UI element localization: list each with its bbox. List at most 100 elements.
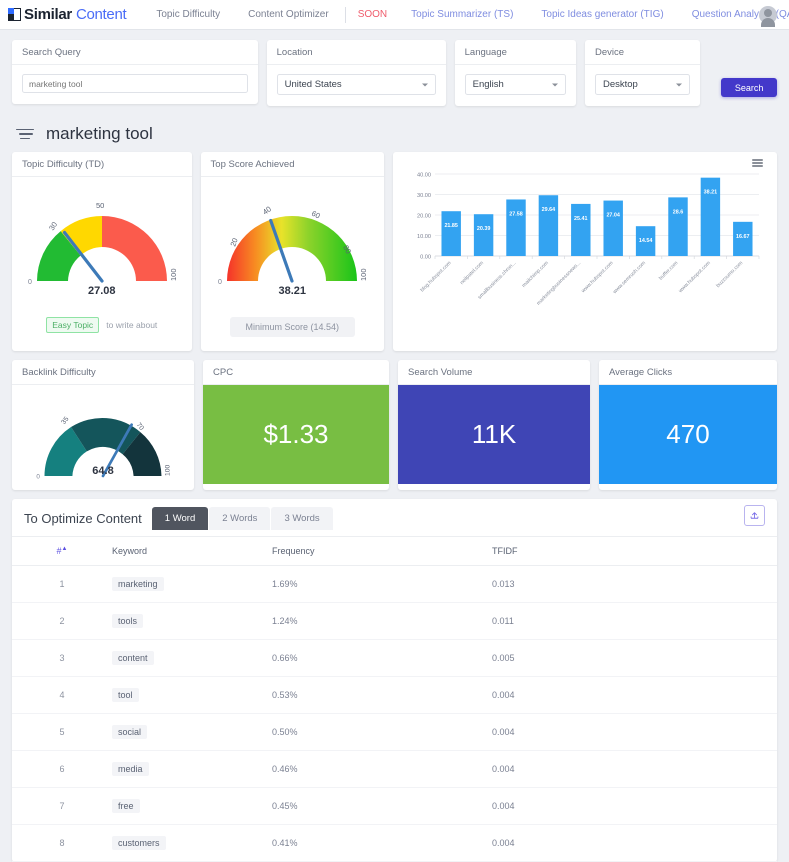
search-query-label: Search Query: [12, 40, 258, 65]
average-clicks-value: 470: [599, 385, 777, 484]
device-select[interactable]: Desktop: [594, 74, 691, 95]
location-card: Location United States: [266, 40, 446, 106]
user-avatar-icon[interactable]: [759, 5, 777, 27]
cell-tfidf: 0.004: [492, 824, 777, 862]
topic-difficulty-gauge-svg: 0 30 50 100: [28, 201, 178, 286]
optimize-content-card: To Optimize Content 1 Word 2 Words 3 Wor…: [12, 499, 777, 862]
cell-frequency: 0.46%: [272, 750, 492, 788]
cell-tfidf: 0.004: [492, 787, 777, 825]
svg-text:blog.hubspot.com: blog.hubspot.com: [419, 260, 452, 293]
table-row[interactable]: 3 content 0.66% 0.005: [12, 639, 777, 677]
table-row[interactable]: 2 tools 1.24% 0.011: [12, 602, 777, 640]
location-value: United States: [284, 79, 342, 90]
svg-text:27.04: 27.04: [606, 213, 620, 219]
svg-text:50: 50: [96, 201, 104, 210]
nav-link-topic-difficulty[interactable]: Topic Difficulty: [142, 9, 234, 20]
column-header-frequency[interactable]: Frequency: [272, 536, 492, 566]
cell-tfidf: 0.013: [492, 565, 777, 603]
status-badge: Easy Topic: [46, 317, 100, 333]
language-label: Language: [454, 40, 576, 65]
top-score-value: 38.21: [278, 285, 307, 297]
hamburger-menu-icon[interactable]: [752, 159, 763, 169]
optimize-content-title: To Optimize Content: [24, 511, 142, 526]
svg-text:neilpatel.com: neilpatel.com: [459, 260, 485, 286]
export-upload-icon[interactable]: [744, 505, 765, 526]
svg-text:0.00: 0.00: [420, 255, 431, 261]
location-select[interactable]: United States: [276, 74, 436, 95]
table-body: 1 marketing 1.69% 0.013 2 tools 1.24% 0.011 3 con…: [12, 565, 777, 862]
minimum-score-badge: Minimum Score (14.54): [229, 317, 356, 337]
tab-1-word[interactable]: 1 Word: [151, 507, 209, 530]
nav-soon-badge: SOON: [357, 9, 388, 20]
table-row[interactable]: 5 social 0.50% 0.004: [12, 713, 777, 751]
filter-lines-icon: [16, 128, 36, 141]
nav-link-topic-ideas-generator[interactable]: Topic Ideas generator (TIG): [527, 9, 677, 20]
cell-keyword: media: [112, 750, 272, 788]
tab-2-words[interactable]: 2 Words: [209, 507, 271, 530]
svg-text:27.58: 27.58: [509, 211, 523, 217]
cpc-value: $1.33: [203, 385, 389, 484]
keywords-table: #▲ Keyword Frequency TFIDF 1 marketing 1.6…: [12, 536, 777, 862]
search-volume-value: 11K: [398, 385, 590, 484]
keyword-chip: media: [112, 762, 149, 776]
competitor-scores-chart-card: 0.00 10.00 20.00 30.00 40.00 21.85 blog.hubspo…: [393, 152, 777, 351]
cell-keyword: tool: [112, 676, 272, 714]
svg-text:25.41: 25.41: [574, 216, 588, 222]
cell-frequency: 0.53%: [272, 676, 492, 714]
keyword-chip: free: [112, 799, 140, 813]
svg-text:21.85: 21.85: [444, 223, 458, 229]
cell-frequency: 1.24%: [272, 602, 492, 640]
table-row[interactable]: 7 free 0.45% 0.004: [12, 787, 777, 825]
cell-keyword: free: [112, 787, 272, 825]
cell-number: 6: [12, 750, 112, 788]
cell-keyword: social: [112, 713, 272, 751]
cell-number: 3: [12, 639, 112, 677]
cell-keyword: tools: [112, 602, 272, 640]
table-row[interactable]: 4 tool 0.53% 0.004: [12, 676, 777, 714]
search-button[interactable]: Search: [721, 78, 777, 97]
column-header-keyword[interactable]: Keyword: [112, 536, 272, 566]
keyword-chip: social: [112, 725, 148, 739]
search-volume-card: Search Volume 11K: [398, 360, 590, 490]
svg-text:10.00: 10.00: [417, 234, 431, 240]
table-row[interactable]: 1 marketing 1.69% 0.013: [12, 565, 777, 603]
tab-3-words[interactable]: 3 Words: [271, 507, 333, 530]
page-title-row: marketing tool: [0, 106, 789, 152]
search-volume-title: Search Volume: [398, 360, 590, 385]
svg-text:40.00: 40.00: [417, 173, 431, 179]
cell-number: 2: [12, 602, 112, 640]
device-value: Desktop: [602, 79, 638, 90]
logo-text-secondary: Content: [75, 6, 127, 23]
svg-text:35: 35: [60, 416, 70, 426]
nav-link-content-optimizer[interactable]: Content Optimizer: [234, 9, 343, 20]
backlink-difficulty-gauge: 0 35 70 100 64.8: [12, 385, 194, 490]
cell-tfidf: 0.004: [492, 750, 777, 788]
cell-frequency: 0.41%: [272, 824, 492, 862]
keyword-chip: tools: [112, 614, 144, 628]
cell-number: 1: [12, 565, 112, 603]
language-select[interactable]: English: [464, 74, 566, 95]
language-card: Language English: [454, 40, 576, 106]
table-row[interactable]: 6 media 0.46% 0.004: [12, 750, 777, 788]
nav-link-topic-summarizer[interactable]: Topic Summarizer (TS): [397, 9, 527, 20]
column-header-number[interactable]: #▲: [12, 536, 112, 566]
location-label: Location: [266, 40, 446, 65]
average-clicks-card: Average Clicks 470: [599, 360, 777, 490]
top-score-title: Top Score Achieved: [200, 152, 384, 177]
sort-caret-icon: ▲: [61, 546, 68, 552]
table-row[interactable]: 8 customers 0.41% 0.004: [12, 824, 777, 862]
topic-difficulty-note: to write about: [106, 320, 158, 330]
upload-arrow-icon: [750, 512, 759, 519]
svg-text:14.54: 14.54: [639, 238, 653, 244]
backlink-difficulty-card: Backlink Difficulty 0 35 70 100 64.8: [12, 360, 194, 490]
keyword-chip: content: [112, 651, 154, 665]
top-score-card: Top Score Achieved 0 20 40 60 80 100 38.…: [200, 152, 384, 351]
topic-difficulty-title: Topic Difficulty (TD): [12, 152, 192, 177]
keyword-chip: customers: [112, 836, 166, 850]
cell-tfidf: 0.004: [492, 713, 777, 751]
column-header-tfidf[interactable]: TFIDF: [492, 536, 777, 566]
app-logo[interactable]: Similar Content: [8, 6, 127, 23]
svg-text:www.semrush.com: www.semrush.com: [612, 260, 647, 295]
search-input[interactable]: [22, 74, 248, 93]
keyword-chip: tool: [112, 688, 139, 702]
